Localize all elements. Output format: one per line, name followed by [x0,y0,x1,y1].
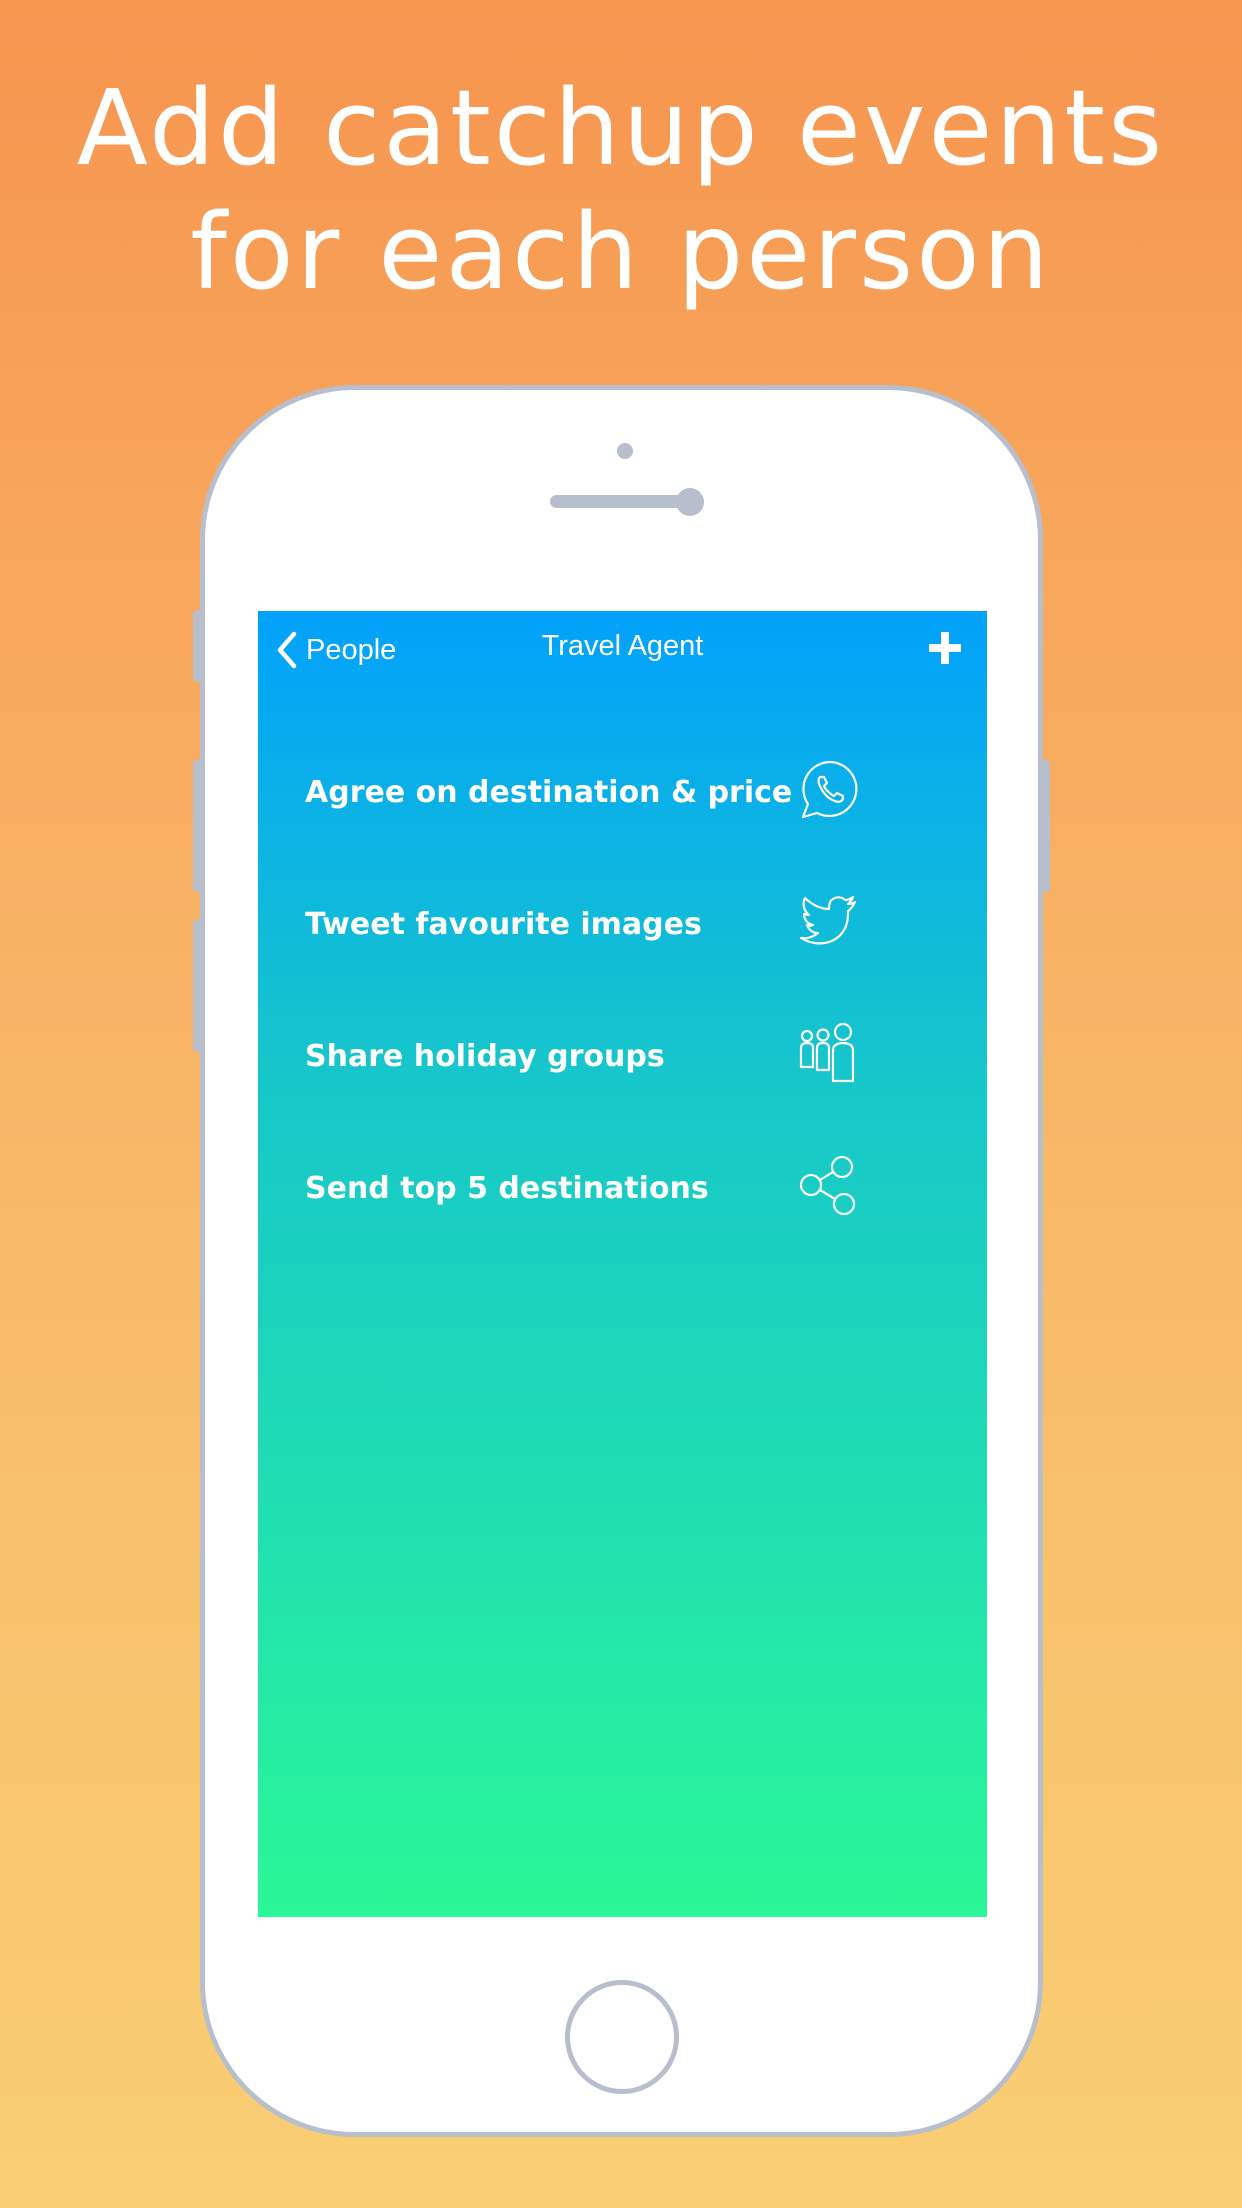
phone-side-button-mute [193,610,203,682]
event-row[interactable]: Share holiday groups [258,1007,987,1139]
phone-sensor [617,443,633,459]
event-row[interactable]: Send top 5 destinations [258,1139,987,1271]
chevron-left-icon [277,631,297,669]
event-row[interactable]: Agree on destination & price [258,743,987,875]
event-label: Send top 5 destinations [305,1171,709,1206]
back-button[interactable]: People [274,629,396,671]
headline-line-1: Add catchup events [76,67,1166,189]
nav-bar: People Travel Agent [258,611,987,689]
event-row[interactable]: Tweet favourite images [258,875,987,1007]
phone-side-button-volume-up [193,760,203,892]
headline: Add catchup events for each person [0,66,1242,314]
phone-home-button[interactable] [565,1980,679,2094]
group-people-icon [798,1022,860,1084]
add-event-button[interactable] [927,630,963,666]
twitter-bird-icon [798,890,860,952]
event-label: Tweet favourite images [305,907,702,942]
event-list: Agree on destination & price Tweet favou… [258,743,987,1271]
event-label: Agree on destination & price [305,775,793,810]
phone-side-button-volume-down [193,920,203,1052]
app-screen: People Travel Agent Agree on destination… [258,611,987,1917]
whatsapp-icon [798,758,860,820]
back-button-label: People [306,633,397,666]
headline-line-2: for each person [190,191,1052,313]
plus-icon [929,632,961,664]
phone-side-button-power [1040,760,1050,892]
event-label: Share holiday groups [305,1039,665,1074]
share-icon [798,1154,860,1216]
phone-speaker [550,495,700,508]
